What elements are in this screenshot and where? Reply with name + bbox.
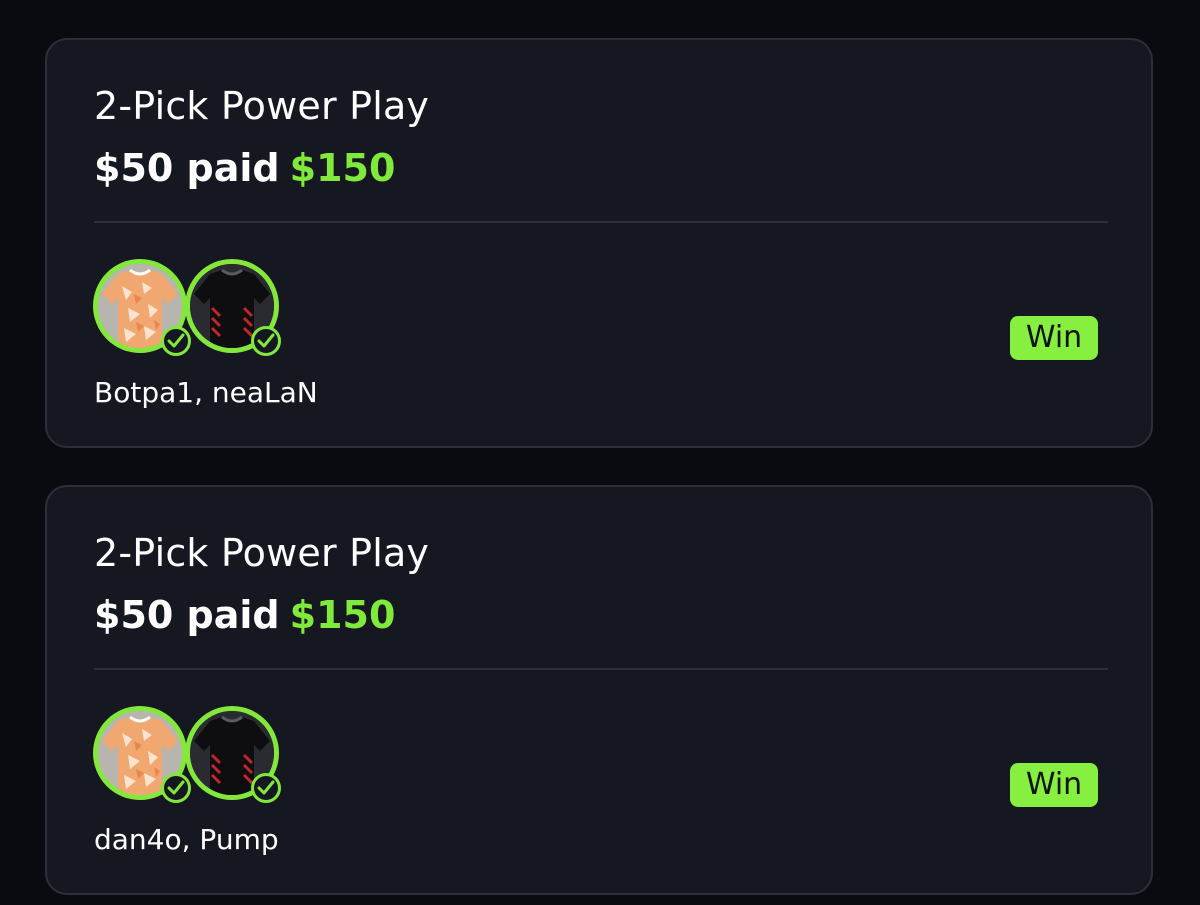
win-badge: Win [1010, 763, 1098, 807]
pick-names: dan4o, Pump [94, 823, 279, 856]
entry-title: 2-Pick Power Play [94, 531, 430, 575]
paid-amount: $50 paid [94, 146, 280, 190]
entry-title: 2-Pick Power Play [94, 84, 430, 128]
entry-amounts: $50 paid $150 [94, 593, 395, 637]
check-icon [161, 326, 191, 356]
entry-card[interactable]: 2-Pick Power Play $50 paid $150 [45, 485, 1153, 895]
check-icon [161, 773, 191, 803]
payout-amount: $150 [289, 146, 396, 190]
divider [94, 668, 1108, 670]
check-icon [251, 326, 281, 356]
entry-card[interactable]: 2-Pick Power Play $50 paid $150 [45, 38, 1153, 448]
payout-amount: $150 [289, 593, 396, 637]
entry-amounts: $50 paid $150 [94, 146, 395, 190]
win-badge: Win [1010, 316, 1098, 360]
paid-amount: $50 paid [94, 593, 280, 637]
page: 2-Pick Power Play $50 paid $150 Botpa1, … [0, 0, 1200, 905]
divider [94, 221, 1108, 223]
pick-names: Botpa1, neaLaN [94, 376, 318, 409]
check-icon [251, 773, 281, 803]
